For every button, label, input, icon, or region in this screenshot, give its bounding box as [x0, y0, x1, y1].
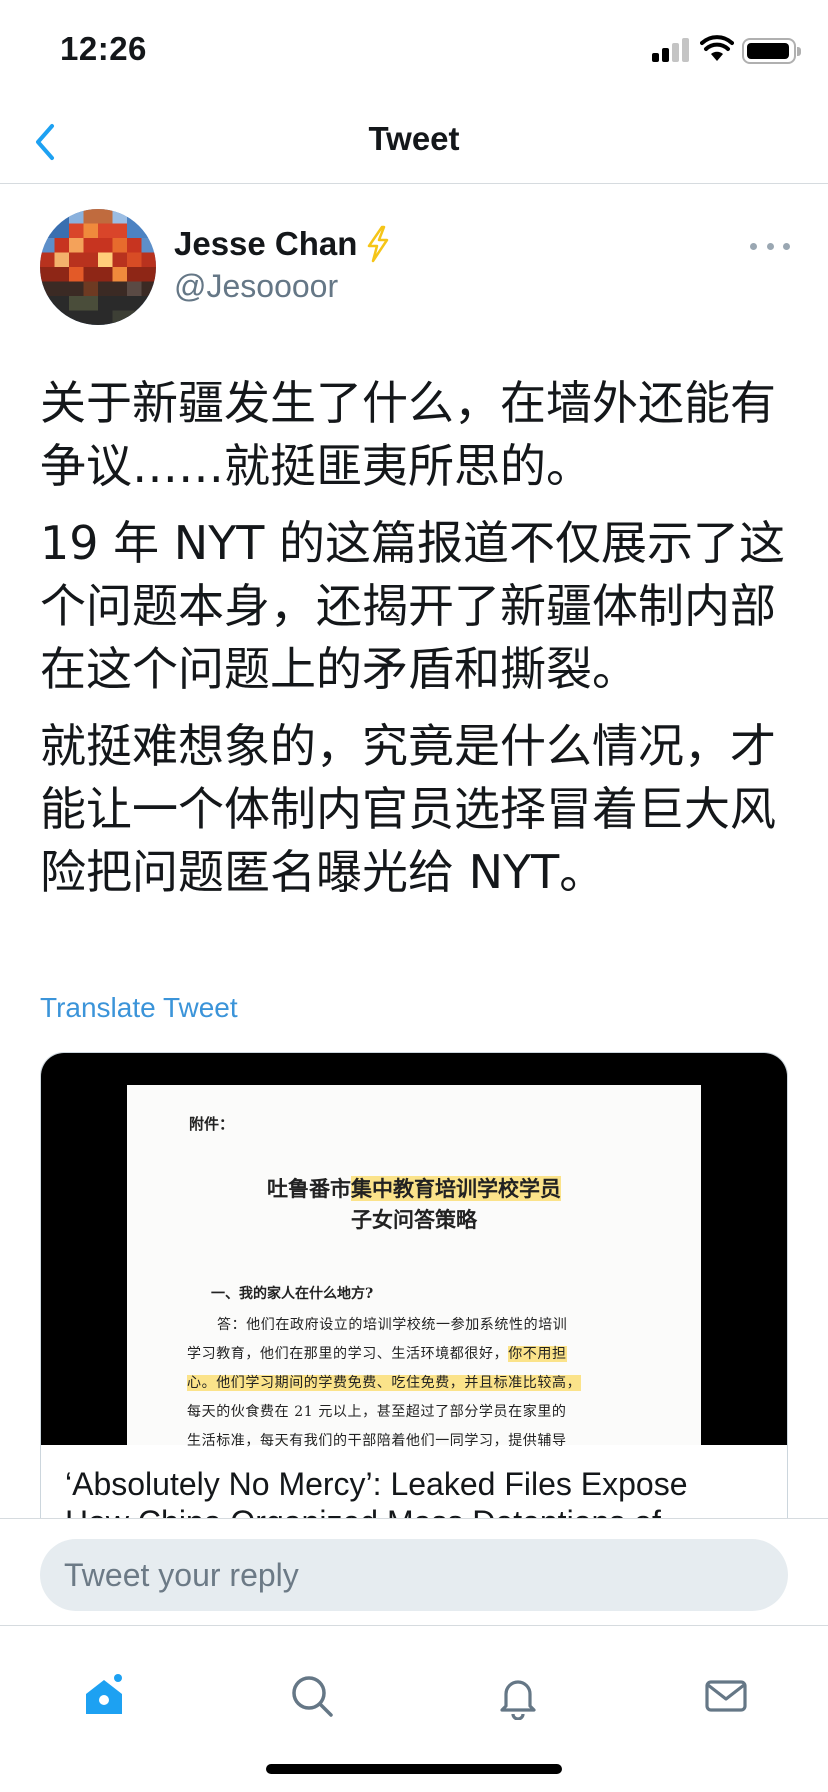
translate-tweet-link[interactable]: Translate Tweet [40, 992, 238, 1024]
doc-body: 答：他们在政府设立的培训学校统一参加系统性的培训 学习教育，他们在那里的学习、生… [187, 1311, 647, 1456]
battery-icon [742, 38, 801, 64]
doc-title-line2: 子女问答策略 [351, 1207, 477, 1232]
tab-notifications[interactable] [466, 1646, 570, 1746]
lightning-bolt-icon [368, 225, 389, 263]
doc-title-highlight: 集中教育培训学校学员 [351, 1176, 561, 1201]
more-options-button[interactable] [750, 236, 790, 256]
tweet-paragraph: 关于新疆发生了什么，在墙外还能有争议……就挺匪夷所思的。 [40, 376, 776, 493]
tab-messages[interactable] [674, 1646, 778, 1746]
more-dot-icon [750, 242, 757, 250]
wifi-icon [700, 35, 734, 61]
card-headline-text: ‘Absolutely No Mercy’: Leaked Files Expo… [65, 1466, 688, 1502]
page-title: Tweet [368, 120, 460, 157]
notifications-icon [500, 1680, 536, 1720]
tweet-paragraph: 19 年 NYT 的这篇报道不仅展示了这个问题本身，还揭开了新疆体制内部在这个问… [40, 516, 786, 696]
doc-line: 答：他们在政府设立的培训学校统一参加系统性的培训 [217, 1317, 568, 1333]
doc-line: 每天的伙食费在 21 元以上，甚至超过了部分学员在家里的 [187, 1404, 567, 1420]
avatar[interactable] [40, 209, 156, 325]
status-bar: 12:26 [0, 0, 828, 100]
navigation-bar: Tweet [0, 100, 828, 184]
more-dot-icon [783, 242, 790, 250]
doc-heading: 一、我的家人在什么地方? [211, 1286, 374, 1302]
tweet-text: 关于新疆发生了什么，在墙外还能有争议……就挺匪夷所思的。 19 年 NYT 的这… [40, 372, 800, 918]
messages-icon [705, 1680, 747, 1712]
doc-title: 吐鲁番市集中教育培训学校学员 子女问答策略 [127, 1173, 701, 1235]
doc-title-prefix: 吐鲁番市 [267, 1176, 351, 1201]
more-dot-icon [766, 242, 774, 250]
reply-input[interactable] [40, 1539, 788, 1611]
home-icon [86, 1674, 122, 1714]
cellular-signal-icon [652, 38, 690, 62]
home-indicator[interactable] [266, 1764, 562, 1774]
author-handle[interactable]: @Jesoooor [174, 268, 338, 305]
tab-search[interactable] [260, 1646, 364, 1746]
doc-attachment-label: 附件： [189, 1115, 235, 1133]
card-image: 附件： 吐鲁番市集中教育培训学校学员 子女问答策略 一、我的家人在什么地方? 答… [41, 1053, 787, 1449]
doc-line-highlight: 你不用担 [508, 1346, 567, 1362]
author-name-row[interactable]: Jesse Chan [174, 222, 393, 266]
link-card[interactable]: 附件： 吐鲁番市集中教育培训学校学员 子女问答策略 一、我的家人在什么地方? 答… [40, 1052, 788, 1552]
document-image: 附件： 吐鲁番市集中教育培训学校学员 子女问答策略 一、我的家人在什么地方? 答… [127, 1085, 701, 1449]
status-time: 12:26 [60, 30, 147, 67]
tab-home[interactable] [52, 1646, 156, 1746]
doc-line: 学习教育，他们在那里的学习、生活环境都很好， [187, 1346, 509, 1362]
author-name[interactable]: Jesse Chan [174, 225, 357, 263]
search-icon [292, 1676, 333, 1717]
doc-line-highlight: 心。他们学习期间的学费免费、吃住免费，并且标准比较高， [187, 1375, 582, 1391]
tweet-paragraph: 就挺难想象的，究竟是什么情况，才能让一个体制内官员选择冒着巨大风险把问题匿名曝光… [40, 719, 776, 899]
reply-bar [0, 1518, 828, 1626]
